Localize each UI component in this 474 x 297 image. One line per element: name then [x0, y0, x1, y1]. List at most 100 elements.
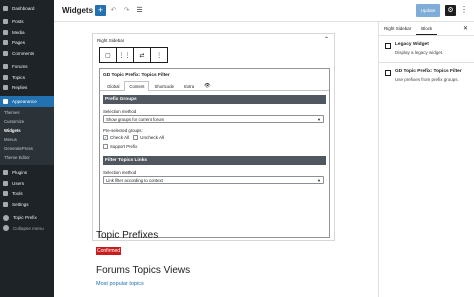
select-value: Link filter according to context [106, 178, 163, 183]
legacy-widget-block[interactable]: GD Topic Prefix: Topics Filter Global Co… [99, 68, 330, 238]
eye-icon[interactable]: 👁 [199, 81, 215, 90]
tab-global[interactable]: Global [102, 81, 124, 90]
check-all-label: Check All [110, 135, 130, 140]
menu-forums[interactable]: Forums [0, 62, 54, 73]
most-popular-topics-link[interactable]: Most popular topics [96, 281, 336, 287]
block-type-button[interactable]: ▢ [100, 48, 117, 62]
submenu-customize[interactable]: Customize [0, 117, 54, 126]
block-title: GD Topic Prefix: Topics Filter [395, 69, 462, 74]
menu-replies[interactable]: Replies [0, 83, 54, 94]
widget-area-header[interactable]: Right Sidebar ⌃ [93, 34, 334, 47]
settings-tabs: Right Sidebar Block ✕ [379, 22, 474, 36]
settings-sidebar: Right Sidebar Block ✕ Legacy Widget Disp… [378, 22, 474, 297]
check-all-checkbox[interactable]: ✓ [103, 135, 108, 140]
block-title: Legacy Widget [395, 42, 429, 47]
plugin-icon [3, 170, 8, 176]
uncheck-all-checkbox[interactable] [133, 135, 139, 140]
settings-icon [3, 201, 8, 207]
support-prefix-label: Support Prefix [110, 144, 138, 149]
legacy-widget-title: GD Topic Prefix: Topics Filter [103, 73, 170, 78]
menu-collapse[interactable]: Collapse menu [0, 223, 54, 234]
selection-method-select[interactable]: Show groups for current forum ▼ [103, 115, 324, 123]
block-info-legacy-widget: Legacy Widget Display a legacy widget. [379, 36, 474, 56]
menu-plugins[interactable]: Plugins [0, 168, 54, 179]
editor-toolbar: Widgets + ↶ ↷ ☰ Update ⚙ ⋮ [54, 0, 474, 22]
chevron-down-icon: ▼ [317, 178, 321, 183]
widget-icon [385, 70, 391, 76]
menu-label: Topic Prefix [13, 215, 37, 221]
menu-label: Topics [12, 74, 26, 80]
menu-comments[interactable]: Comments [0, 48, 54, 59]
menu-pages[interactable]: Pages [0, 38, 54, 49]
tab-block[interactable]: Block [416, 22, 438, 35]
widget-area-right-sidebar[interactable]: Right Sidebar ⌃ ▢ ⋮⋮ ⇄ ⋮ GD Topic Prefix… [92, 33, 335, 241]
heading-forums-topics-views[interactable]: Forums Topics Views [96, 265, 336, 276]
chevron-down-icon: ▼ [317, 117, 321, 122]
menu-label: Settings [12, 201, 29, 207]
submenu-theme-editor[interactable]: Theme Editor [0, 153, 54, 162]
block-toolbar: ▢ ⋮⋮ ⇄ ⋮ [99, 47, 168, 63]
menu-topic-prefix[interactable]: Topic Prefix [0, 213, 54, 224]
more-options-button[interactable]: ⋮ [460, 5, 468, 16]
close-icon[interactable]: ✕ [463, 22, 468, 36]
list-view-button[interactable]: ☰ [134, 5, 145, 16]
block-options-button[interactable]: ⋮ [151, 48, 167, 62]
menu-label: Comments [12, 50, 35, 56]
topics-icon [3, 74, 8, 80]
submenu-widgets[interactable]: Widgets [0, 126, 54, 135]
brush-icon [3, 98, 8, 104]
block-description: Use prefixes from prefix groups. [395, 77, 459, 82]
replies-icon [3, 85, 8, 91]
submenu-generatepress[interactable]: GeneratePress [0, 144, 54, 153]
redo-button[interactable]: ↷ [121, 5, 132, 16]
pin-icon [3, 19, 8, 25]
forums-icon [3, 64, 8, 70]
tab-content[interactable]: Content [124, 81, 150, 91]
menu-label: Users [12, 180, 24, 186]
selection-method-label: Selection method [103, 109, 137, 114]
prefix-badge[interactable]: Confirmed [96, 247, 122, 255]
menu-users[interactable]: Users [0, 178, 54, 189]
menu-tools[interactable]: Tools [0, 189, 54, 200]
preview-content: Topic Prefixes Confirmed Forums Topics V… [96, 230, 336, 287]
add-block-button[interactable]: + [95, 5, 106, 16]
menu-posts[interactable]: Posts [0, 17, 54, 28]
tab-shortcode[interactable]: Shortcode [149, 81, 179, 90]
support-prefix-checkbox[interactable] [103, 144, 108, 149]
submenu-themes[interactable]: Themes [0, 108, 54, 117]
widget-icon [385, 43, 391, 49]
page-title: Widgets [62, 6, 94, 15]
page-icon [3, 40, 8, 46]
menu-dashboard[interactable]: Dashboard [0, 3, 54, 14]
menu-label: Collapse menu [13, 225, 44, 231]
drag-handle-icon[interactable]: ⋮⋮ [117, 48, 134, 62]
link-method-select[interactable]: Link filter according to context ▼ [103, 176, 324, 184]
menu-label: Media [12, 29, 25, 35]
menu-appearance[interactable]: Appearance [0, 96, 54, 107]
heading-topic-prefixes[interactable]: Topic Prefixes [96, 230, 336, 241]
wordpress-icon [3, 214, 9, 221]
check-row: ✓ Check All Uncheck All [103, 135, 326, 140]
select-value: Show groups for current forum [106, 117, 165, 122]
section-filter-topics-links: Filter Topics Links [103, 156, 326, 165]
menu-media[interactable]: Media [0, 27, 54, 38]
tab-extra[interactable]: Extra [179, 81, 199, 90]
menu-label: Plugins [12, 170, 28, 176]
update-button[interactable]: Update [416, 4, 440, 17]
link-method-label: Selection method [103, 170, 137, 175]
widget-area-label: Right Sidebar [97, 38, 125, 43]
chevron-up-icon[interactable]: ⌃ [324, 34, 329, 47]
menu-label: Pages [12, 40, 26, 46]
settings-toggle-button[interactable]: ⚙ [445, 5, 456, 16]
block-info-topics-filter: GD Topic Prefix: Topics Filter Use prefi… [379, 63, 474, 83]
undo-button[interactable]: ↶ [108, 5, 119, 16]
tab-right-sidebar[interactable]: Right Sidebar [379, 22, 416, 35]
menu-topics[interactable]: Topics [0, 72, 54, 83]
submenu-menus[interactable]: Menus [0, 135, 54, 144]
collapse-icon [3, 225, 9, 232]
transform-icon[interactable]: ⇄ [134, 48, 152, 62]
menu-label: Replies [12, 85, 28, 91]
block-description: Display a legacy widget. [395, 50, 444, 55]
widget-tabs: Global Content Shortcode Extra 👁 [100, 81, 329, 91]
menu-settings[interactable]: Settings [0, 199, 54, 210]
